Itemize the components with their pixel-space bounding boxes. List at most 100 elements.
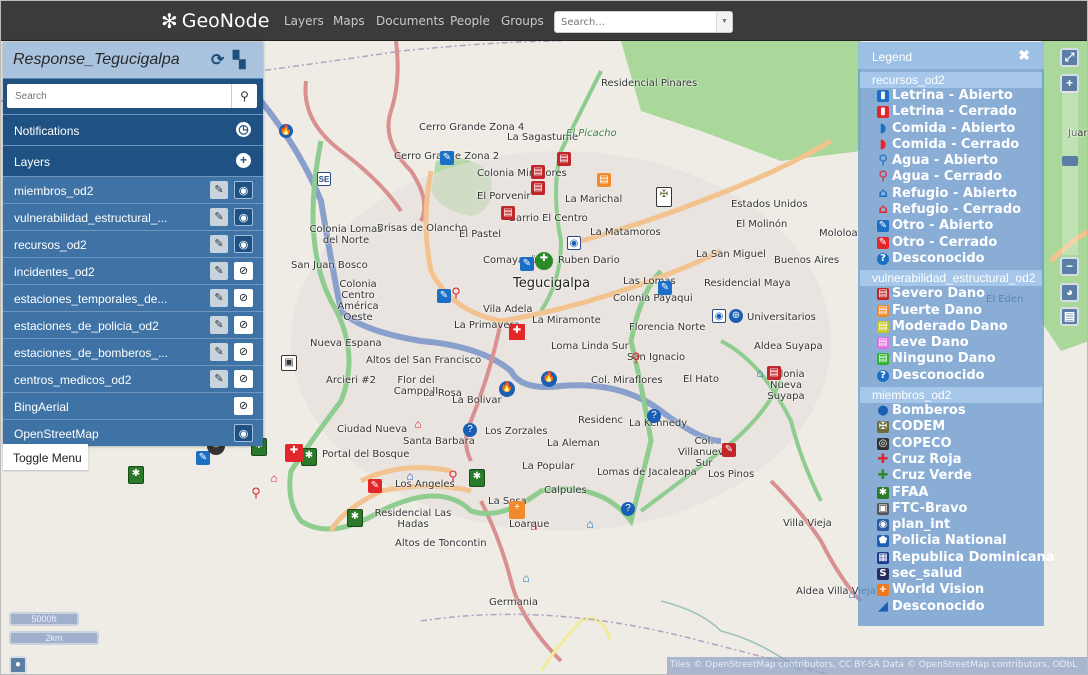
layer-row[interactable]: miembros_od2 ✎ ◉ [3, 176, 263, 203]
zoom-slider-handle[interactable] [1062, 156, 1078, 167]
layer-row[interactable]: centros_medicos_od2 ✎ ⊘ [3, 365, 263, 392]
ffaa-marker[interactable]: ✱ [128, 466, 144, 484]
pencil-icon[interactable]: ✎ [210, 262, 228, 280]
layer-search-input[interactable] [7, 84, 231, 108]
ftc-bravo-marker[interactable]: ▣ [281, 355, 297, 371]
unknown-resource-marker[interactable]: ? [647, 409, 661, 423]
other-open-marker[interactable]: ✎ [658, 281, 672, 295]
severe-damage-marker[interactable]: ▤ [767, 366, 781, 380]
plan-int-marker[interactable]: ⊕ [729, 309, 743, 323]
shelter-open-marker[interactable]: ⌂ [753, 366, 767, 380]
layer-row[interactable]: BingAerial ⊘ [3, 392, 263, 419]
unknown-resource-marker[interactable]: ? [621, 502, 635, 516]
ffaa-marker[interactable]: ✱ [469, 469, 485, 487]
red-cross-marker[interactable]: ✚ [285, 444, 303, 462]
search-icon[interactable]: ⚲ [231, 84, 257, 108]
legend-item: ◗ Comida - Abierto [858, 121, 1044, 137]
globe-icon[interactable]: ◕ [1060, 283, 1079, 302]
zoom-out-button[interactable]: − [1060, 257, 1079, 276]
location-pin-icon[interactable]: ● [9, 656, 27, 674]
shelter-open-marker[interactable]: ⌂ [845, 587, 859, 601]
other-open-marker[interactable]: ✎ [440, 151, 454, 165]
clock-icon[interactable]: ◷ [236, 122, 251, 137]
pencil-icon[interactable]: ✎ [210, 235, 228, 253]
severe-damage-marker[interactable]: ▤ [501, 206, 515, 220]
eye-slash-icon[interactable]: ⊘ [234, 316, 253, 334]
plan-int-marker[interactable]: ◉ [712, 309, 726, 323]
shelter-closed-marker[interactable]: ⌂ [267, 471, 281, 485]
pencil-icon[interactable]: ✎ [210, 181, 228, 199]
other-open-marker[interactable]: ✎ [520, 257, 534, 271]
water-closed-marker[interactable]: ⚲ [449, 286, 463, 300]
fire-station-marker[interactable]: 🔥 [499, 381, 515, 397]
world-vision-marker[interactable]: + [509, 501, 525, 519]
pencil-icon[interactable]: ✎ [210, 316, 228, 334]
layer-row[interactable]: estaciones_de_policia_od2 ✎ ⊘ [3, 311, 263, 338]
severe-damage-marker[interactable]: ▤ [531, 165, 545, 179]
shelter-open-marker[interactable]: ⌂ [403, 469, 417, 483]
strong-damage-marker[interactable]: ▤ [597, 173, 611, 187]
add-layer-icon[interactable]: + [236, 153, 251, 168]
layer-row[interactable]: recursos_od2 ✎ ◉ [3, 230, 263, 257]
eye-slash-icon[interactable]: ⊘ [234, 397, 253, 415]
shelter-open-marker[interactable]: ⌂ [519, 571, 533, 585]
other-closed-marker[interactable]: ✎ [368, 479, 382, 493]
save-icon[interactable]: ▚ [233, 50, 245, 70]
eye-icon[interactable]: ◉ [234, 181, 253, 199]
shelter-open-marker[interactable]: ⌂ [583, 517, 597, 531]
refresh-icon[interactable]: ⟳ [211, 50, 224, 70]
eye-slash-icon[interactable]: ⊘ [234, 343, 253, 361]
plan-int-marker[interactable]: ◉ [567, 236, 581, 250]
codem-marker[interactable]: ✠ [656, 187, 672, 207]
green-cross-marker[interactable]: ✚ [535, 252, 553, 270]
map-attribution[interactable]: Tiles © OpenStreetMap contributors, CC B… [667, 657, 1087, 674]
layer-row[interactable]: incidentes_od2 ✎ ⊘ [3, 257, 263, 284]
layers-list-icon[interactable]: ▤ [1060, 307, 1079, 326]
shelter-closed-marker[interactable]: ⌂ [527, 519, 541, 533]
ffaa-marker[interactable]: ✱ [347, 509, 363, 527]
water-closed-marker[interactable]: ⚲ [249, 486, 263, 500]
fire-station-marker[interactable]: 🔥 [541, 371, 557, 387]
nav-search-input[interactable] [561, 15, 711, 29]
nav-link-people[interactable]: People [450, 14, 490, 28]
eye-icon[interactable]: ◉ [234, 208, 253, 226]
layers-section[interactable]: Layers + [3, 145, 263, 176]
toggle-menu-button[interactable]: Toggle Menu [3, 444, 88, 470]
fire-station-marker[interactable]: 🔥 [279, 124, 293, 138]
layer-row[interactable]: vulnerabilidad_estructural_... ✎ ◉ [3, 203, 263, 230]
nav-link-maps[interactable]: Maps [333, 14, 365, 28]
layer-row[interactable]: estaciones_de_bomberos_... ✎ ⊘ [3, 338, 263, 365]
pencil-icon[interactable]: ✎ [210, 289, 228, 307]
pencil-icon[interactable]: ✎ [210, 370, 228, 388]
other-open-marker[interactable]: ✎ [196, 451, 210, 465]
red-cross-marker[interactable]: ✚ [509, 324, 525, 340]
shelter-closed-marker[interactable]: ⌂ [411, 417, 425, 431]
fullscreen-icon[interactable]: ⤢ [1060, 48, 1079, 67]
water-closed-marker[interactable]: ⚲ [446, 469, 460, 483]
eye-icon[interactable]: ◉ [234, 424, 253, 442]
sec-salud-marker[interactable]: SE [317, 172, 331, 186]
close-icon[interactable]: ✖ [1018, 47, 1030, 64]
severe-damage-marker[interactable]: ▤ [557, 152, 571, 166]
nav-link-documents[interactable]: Documents [376, 14, 444, 28]
eye-slash-icon[interactable]: ⊘ [234, 370, 253, 388]
unknown-resource-marker[interactable]: ? [463, 423, 477, 437]
zoom-slider-track[interactable] [1062, 91, 1078, 255]
water-closed-marker[interactable]: ⚲ [629, 351, 643, 365]
nav-link-layers[interactable]: Layers [284, 14, 324, 28]
eye-slash-icon[interactable]: ⊘ [234, 262, 253, 280]
ffaa-marker[interactable]: ✱ [301, 448, 317, 466]
other-closed-marker[interactable]: ✎ [722, 443, 736, 457]
layer-row[interactable]: estaciones_temporales_de... ✎ ⊘ [3, 284, 263, 311]
geonode-brand[interactable]: ✻ GeoNode [161, 9, 269, 33]
eye-icon[interactable]: ◉ [234, 235, 253, 253]
nav-link-groups[interactable]: Groups [501, 14, 544, 28]
pencil-icon[interactable]: ✎ [210, 208, 228, 226]
notifications-section[interactable]: Notifications ◷ [3, 114, 263, 145]
pencil-icon[interactable]: ✎ [210, 343, 228, 361]
severe-damage-marker[interactable]: ▤ [531, 181, 545, 195]
eye-slash-icon[interactable]: ⊘ [234, 289, 253, 307]
chevron-down-icon[interactable]: ▼ [716, 12, 732, 32]
legend-item-label: Policia National [892, 533, 1007, 549]
layer-row[interactable]: OpenStreetMap ◉ [3, 419, 263, 446]
